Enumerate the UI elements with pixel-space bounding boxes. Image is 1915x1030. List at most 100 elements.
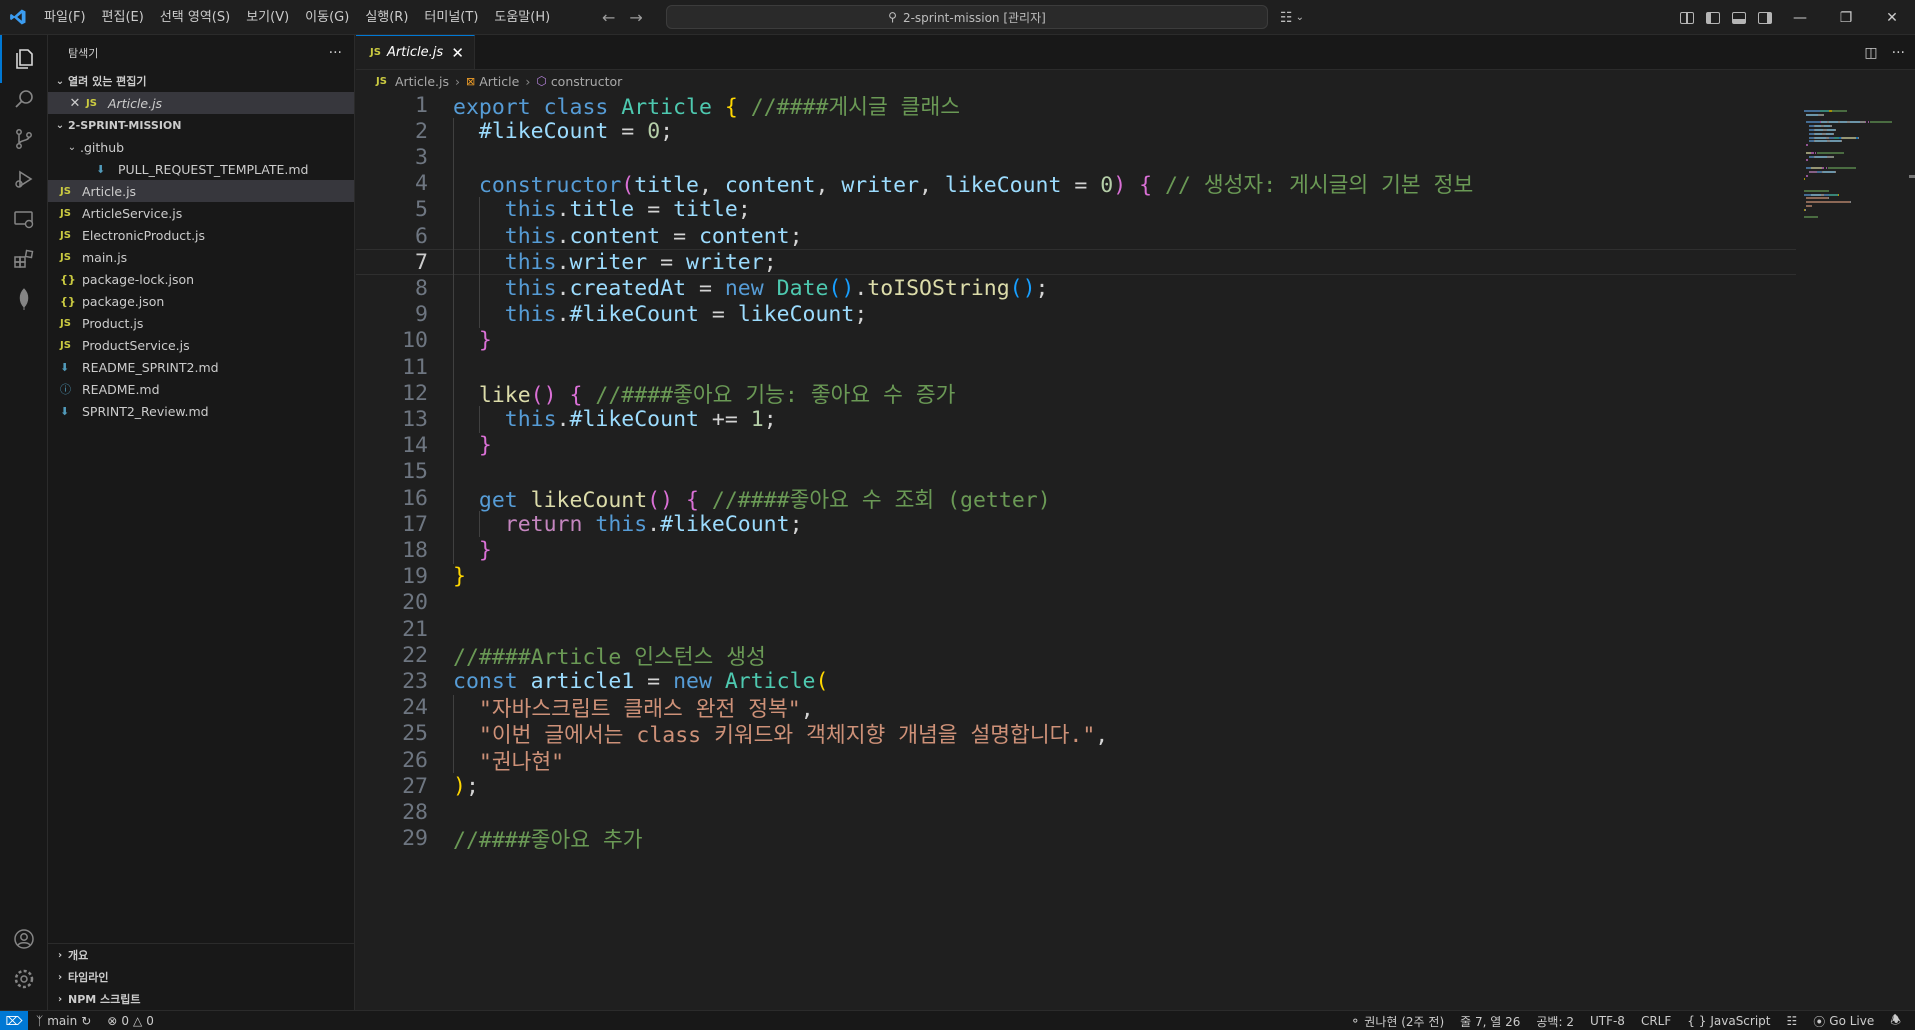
close-tab-icon[interactable]: ✕: [451, 44, 464, 62]
folder-github[interactable]: ⌄ .github: [48, 136, 354, 158]
file-item[interactable]: ⬇ README_SPRINT2.md: [48, 356, 354, 378]
problems-indicator[interactable]: ⊗ 0 △ 0: [99, 1014, 162, 1028]
line-number: 5: [415, 197, 428, 223]
language-mode[interactable]: { } JavaScript: [1679, 1014, 1778, 1028]
go-live-button[interactable]: ⦿ Go Live: [1805, 1013, 1882, 1030]
cursor-position[interactable]: 줄 7, 열 26: [1452, 1013, 1528, 1030]
indentation[interactable]: 공백: 2: [1528, 1013, 1582, 1030]
file-item[interactable]: JS ProductService.js: [48, 334, 354, 356]
code-line: 8 this.createdAt = new Date().toISOStrin…: [356, 275, 1796, 301]
settings-gear-icon[interactable]: [0, 955, 48, 1003]
tab-article-js[interactable]: JS Article.js ✕: [356, 35, 475, 69]
code-editor[interactable]: 1 export class Article { //####게시글 클래스 2 #…: [356, 92, 1796, 1010]
code-token: ;: [789, 511, 803, 537]
menu-item[interactable]: 파일(F): [36, 0, 94, 35]
menu-item[interactable]: 보기(V): [238, 0, 297, 35]
remote-indicator-icon[interactable]: ⌦: [0, 1010, 28, 1030]
command-center-label: 2-sprint-mission [관리자]: [902, 10, 1046, 25]
menu-item[interactable]: 선택 영역(S): [152, 0, 238, 35]
file-item[interactable]: {} package.json: [48, 290, 354, 312]
chevron-right-icon: ›: [525, 73, 531, 89]
forward-arrow-icon[interactable]: →: [629, 8, 642, 27]
window-controls: — ❐ ✕: [1777, 0, 1915, 35]
code-text: return this.#likeCount;: [453, 512, 803, 537]
encoding[interactable]: UTF-8: [1582, 1014, 1633, 1028]
minimap-token: [1812, 110, 1820, 112]
menu-item[interactable]: 실행(R): [357, 0, 416, 35]
close-icon[interactable]: ✕: [64, 96, 86, 111]
file-label: Product.js: [82, 315, 144, 331]
minimap-token: [1804, 178, 1806, 181]
mongodb-leaf-icon[interactable]: [0, 275, 48, 323]
menu-item[interactable]: 편집(E): [94, 0, 152, 35]
menu-item[interactable]: 도움말(H): [486, 0, 558, 35]
breadcrumb-class[interactable]: Article: [479, 74, 519, 89]
close-window-icon[interactable]: ✕: [1869, 0, 1915, 35]
file-label: README_SPRINT2.md: [82, 359, 219, 375]
minimap[interactable]: [1804, 92, 1904, 219]
copilot-status-icon[interactable]: ☷: [1779, 1014, 1806, 1028]
code-token: new: [724, 275, 777, 301]
git-blame[interactable]: ⚬ 권나현 (2주 전): [1342, 1013, 1452, 1030]
copilot-menu[interactable]: ☷ ⌄: [1280, 0, 1304, 35]
code-token: title: [634, 173, 699, 199]
code-token: .: [556, 406, 570, 432]
more-actions-icon[interactable]: ···: [329, 45, 342, 61]
open-editors-section[interactable]: ⌄ 열려 있는 편집기: [48, 70, 354, 92]
file-item[interactable]: JS main.js: [48, 246, 354, 268]
markdown-file-icon: ⬇: [60, 404, 70, 418]
code-token: (): [828, 275, 855, 301]
json-file-icon: {}: [60, 272, 76, 286]
file-item[interactable]: ⓘ README.md: [48, 378, 354, 400]
file-item[interactable]: JS Article.js: [48, 180, 354, 202]
code-text: constructor(title, content, writer, like…: [453, 168, 1473, 199]
menu-item[interactable]: 이동(G): [297, 0, 357, 35]
file-item[interactable]: ⬇ PULL_REQUEST_TEMPLATE.md: [48, 158, 354, 180]
command-center-search[interactable]: ⚲ 2-sprint-mission [관리자]: [666, 5, 1268, 29]
file-item[interactable]: JS ElectronicProduct.js: [48, 224, 354, 246]
minimap-token: [1806, 201, 1850, 204]
minimap-token: [1841, 140, 1843, 143]
file-item[interactable]: JS Product.js: [48, 312, 354, 334]
menu-item[interactable]: 터미널(T): [416, 0, 486, 35]
breadcrumb-method[interactable]: constructor: [551, 74, 622, 89]
code-line: 29 //####좋아요 추가: [356, 826, 1796, 853]
file-item[interactable]: ⬇ SPRINT2_Review.md: [48, 400, 354, 422]
split-editor-icon[interactable]: ◫: [1864, 45, 1877, 61]
code-text: this.title = title;: [453, 197, 751, 222]
code-line: 19}: [356, 564, 1796, 590]
toggle-primary-sidebar-icon[interactable]: [1706, 11, 1720, 24]
tab-label: Article.js: [386, 45, 444, 60]
restore-icon[interactable]: ❐: [1823, 0, 1869, 35]
customize-layout-icon[interactable]: [1680, 11, 1694, 24]
line-ending[interactable]: CRLF: [1633, 1014, 1679, 1028]
npm-scripts-section[interactable]: › NPM 스크립트: [48, 988, 354, 1010]
file-item[interactable]: {} package-lock.json: [48, 268, 354, 290]
breadcrumb-file[interactable]: Article.js: [395, 74, 449, 89]
code-token: (): [647, 487, 674, 513]
project-section[interactable]: ⌄ 2-SPRINT-MISSION: [48, 114, 354, 136]
file-item[interactable]: JS ArticleService.js: [48, 202, 354, 224]
more-actions-icon[interactable]: ···: [1892, 45, 1905, 61]
minimap-token: [1823, 170, 1836, 173]
javascript-file-icon: JS: [60, 317, 71, 329]
code-token: =: [647, 249, 687, 275]
indent-guide: [479, 511, 480, 538]
minimap-token: [1835, 170, 1837, 173]
timeline-section[interactable]: › 타임라인: [48, 966, 354, 988]
commit-icon: ⚬: [1350, 1014, 1361, 1028]
minimap-token: [1806, 159, 1808, 162]
branch-indicator[interactable]: ᛉ main ↻: [28, 1014, 99, 1028]
minimap-token: [1806, 144, 1808, 147]
toggle-secondary-sidebar-icon[interactable]: [1758, 11, 1772, 24]
notifications-bell-icon[interactable]: 🕭: [1882, 1011, 1909, 1030]
outline-section[interactable]: › 개요: [48, 944, 354, 966]
code-token: .: [556, 249, 570, 275]
minimap-token: [1835, 129, 1837, 131]
back-arrow-icon[interactable]: ←: [602, 8, 615, 27]
minimize-icon[interactable]: —: [1777, 0, 1823, 35]
code-line: 17 return this.#likeCount;: [356, 511, 1796, 537]
toggle-panel-icon[interactable]: [1732, 11, 1746, 24]
open-editor-item[interactable]: ✕ JS Article.js: [48, 92, 354, 114]
